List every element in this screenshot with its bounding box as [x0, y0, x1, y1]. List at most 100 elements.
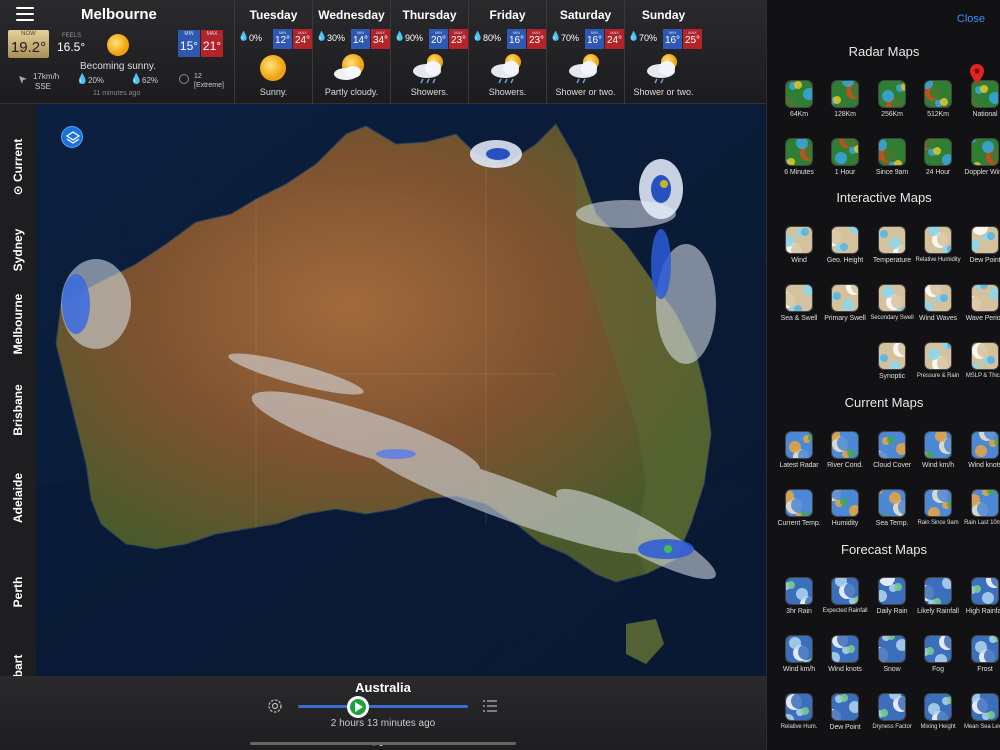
map-tile-high-rainfall[interactable]: High Rainfall: [961, 577, 1000, 615]
map-tile-cloud-cover[interactable]: Cloud Cover: [868, 431, 916, 469]
map-tile-national[interactable]: National: [961, 80, 1000, 118]
tab-sydney[interactable]: Sydney: [0, 222, 36, 278]
map-tile-label: Since 9am: [875, 169, 909, 176]
map-tile-label: Mixing Height: [920, 724, 956, 730]
map-tile-expected-rainfall[interactable]: Expected Rainfall: [821, 577, 869, 614]
map-tile-wind-knots[interactable]: Wind knots: [961, 431, 1000, 469]
menu-icon[interactable]: [16, 7, 34, 21]
humidity-icon: 💧: [130, 74, 143, 85]
tab-brisbane[interactable]: Brisbane: [0, 372, 36, 448]
list-icon[interactable]: [482, 698, 498, 714]
map-tile-wind-knots[interactable]: Wind knots: [821, 635, 869, 673]
map-selector-panel: Close Radar Maps 64Km 128Km 256Km 512Km Natio…: [766, 0, 1000, 750]
map-tile-label: Primary Swell: [824, 315, 866, 322]
rain-drop-icon: 💧: [238, 31, 250, 41]
map-tile-doppler-wind[interactable]: Doppler Wind: [961, 138, 1000, 176]
close-button[interactable]: Close: [957, 13, 985, 25]
map-tile-3hr-rain[interactable]: 3hr Rain: [775, 577, 823, 615]
map-tile-latest-radar[interactable]: Latest Radar: [775, 431, 823, 469]
map-tile-synoptic[interactable]: Synoptic: [868, 342, 916, 380]
map-tile-label: Wind: [791, 257, 807, 264]
map-tile-geo-height[interactable]: Geo. Height: [821, 226, 869, 264]
map-tile-current-temp-[interactable]: Current Temp.: [775, 489, 823, 527]
map-tile-1-hour[interactable]: 1 Hour: [821, 138, 869, 176]
map-tile-river-cond-[interactable]: River Cond.: [821, 431, 869, 469]
sun-icon: [253, 52, 293, 84]
map-tile-temperature[interactable]: Temperature: [868, 226, 916, 264]
layers-icon[interactable]: [61, 126, 83, 148]
forecast-day[interactable]: Thursday 💧 90% MIN 20° MAX 23° Showers.: [390, 0, 468, 104]
forecast-day[interactable]: Saturday 💧 70% MIN 16° MAX 24° Shower or two.: [546, 0, 624, 104]
map-tile-dryness-factor[interactable]: Dryness Factor: [868, 693, 916, 730]
tab-label: Perth: [11, 576, 25, 608]
map-tile-mslp-thick-[interactable]: MSLP & Thick.: [961, 342, 1000, 379]
map-tile-wind-km-h[interactable]: Wind km/h: [775, 635, 823, 673]
tab-label: Hobart: [11, 654, 25, 676]
map-tile-128km[interactable]: 128Km: [821, 80, 869, 118]
tab-melbourne[interactable]: Melbourne: [0, 284, 36, 364]
forecast-day[interactable]: Friday 💧 80% MIN 16° MAX 23° Showers.: [468, 0, 546, 104]
map-tile-256km[interactable]: 256Km: [868, 80, 916, 118]
map-tile-frost[interactable]: Frost: [961, 635, 1000, 673]
tab-adelaide[interactable]: Adelaide: [0, 454, 36, 542]
map-thumbnail: [878, 284, 906, 312]
map-tile-64km[interactable]: 64Km: [775, 80, 823, 118]
map-thumbnail: [971, 635, 999, 663]
map-thumbnail: [924, 577, 952, 605]
satellite-map[interactable]: [36, 104, 766, 676]
map-tile-dew-point[interactable]: Dew Point: [821, 693, 869, 731]
map-tile-pressure-rain[interactable]: Pressure & Rain: [914, 342, 962, 379]
map-thumbnail: [878, 226, 906, 254]
tab-perth[interactable]: Perth: [0, 548, 36, 636]
tab-label: Melbourne: [11, 293, 25, 355]
map-tile-wind[interactable]: Wind: [775, 226, 823, 264]
map-tile-primary-swell[interactable]: Primary Swell: [821, 284, 869, 322]
map-thumbnail: [831, 693, 859, 721]
map-tile-humidity[interactable]: Humidity: [821, 489, 869, 527]
map-tile-wind-waves[interactable]: Wind Waves: [914, 284, 962, 322]
map-tile-sea-temp-[interactable]: Sea Temp.: [868, 489, 916, 527]
map-tile-wave-period[interactable]: Wave Period: [961, 284, 1000, 322]
weather-header: Melbourne NOW 19.2° FEELS 16.5° Becoming…: [0, 0, 766, 104]
forecast-min: MIN 20°: [429, 29, 448, 49]
map-tile-fog[interactable]: Fog: [914, 635, 962, 673]
map-tile-sea-swell[interactable]: Sea & Swell: [775, 284, 823, 322]
map-thumbnail: [785, 138, 813, 166]
map-tile-dew-point[interactable]: Dew Point: [961, 226, 1000, 264]
map-tile-daily-rain[interactable]: Daily Rain: [868, 577, 916, 615]
forecast-day[interactable]: Tuesday 💧 0% MIN 12° MAX 24° Sunny.: [234, 0, 312, 104]
map-tile-since-9am[interactable]: Since 9am: [868, 138, 916, 176]
tab-current[interactable]: ⊙ Current: [0, 112, 36, 222]
map-thumbnail: [831, 138, 859, 166]
map-tile-mixing-height[interactable]: Mixing Height: [914, 693, 962, 730]
map-tile-likely-rainfall[interactable]: Likely Rainfall: [914, 577, 962, 615]
settings-gear-icon[interactable]: [266, 697, 284, 715]
map-tile-24-hour[interactable]: 24 Hour: [914, 138, 962, 176]
timeline-slider[interactable]: [298, 705, 468, 708]
section-title: Radar Maps: [848, 44, 920, 59]
tab-hobart[interactable]: Hobart: [0, 644, 36, 676]
map-tile-label: Dryness Factor: [872, 724, 912, 730]
map-tile-relative-hum-[interactable]: Relative Hum.: [775, 693, 823, 730]
map-tile-mean-sea-level[interactable]: Mean Sea Level: [961, 693, 1000, 730]
map-tile-rain-last-10min[interactable]: Rain Last 10min: [961, 489, 1000, 526]
map-tile-snow[interactable]: Snow: [868, 635, 916, 673]
map-tile-label: Humidity: [831, 520, 859, 527]
city-name[interactable]: Melbourne: [81, 6, 157, 23]
map-tile-label: Daily Rain: [876, 608, 908, 615]
play-button[interactable]: [346, 696, 369, 718]
forecast-day[interactable]: Sunday 💧 70% MIN 16° MAX 25° Shower or two.: [624, 0, 702, 104]
map-tile-relative-humidity[interactable]: Relative Humidity: [914, 226, 962, 263]
uv-level: [Extreme]: [194, 82, 224, 89]
forecast-max: MAX 23°: [527, 29, 546, 49]
map-tile-rain-since-9am[interactable]: Rain Since 9am: [914, 489, 962, 526]
map-tile-secondary-swell[interactable]: Secondary Swell: [868, 284, 916, 321]
map-tile-label: Frost: [977, 666, 993, 673]
forecast-day[interactable]: Wednesday 💧 30% MIN 14° MAX 34° Partly cloudy.: [312, 0, 390, 104]
map-thumbnail: [831, 577, 859, 605]
map-tile-wind-km-h[interactable]: Wind km/h: [914, 431, 962, 469]
map-thumbnail: [971, 284, 999, 312]
map-tile-512km[interactable]: 512Km: [914, 80, 962, 118]
page-indicator: [372, 733, 394, 746]
map-tile-6-minutes[interactable]: 6 Minutes: [775, 138, 823, 176]
